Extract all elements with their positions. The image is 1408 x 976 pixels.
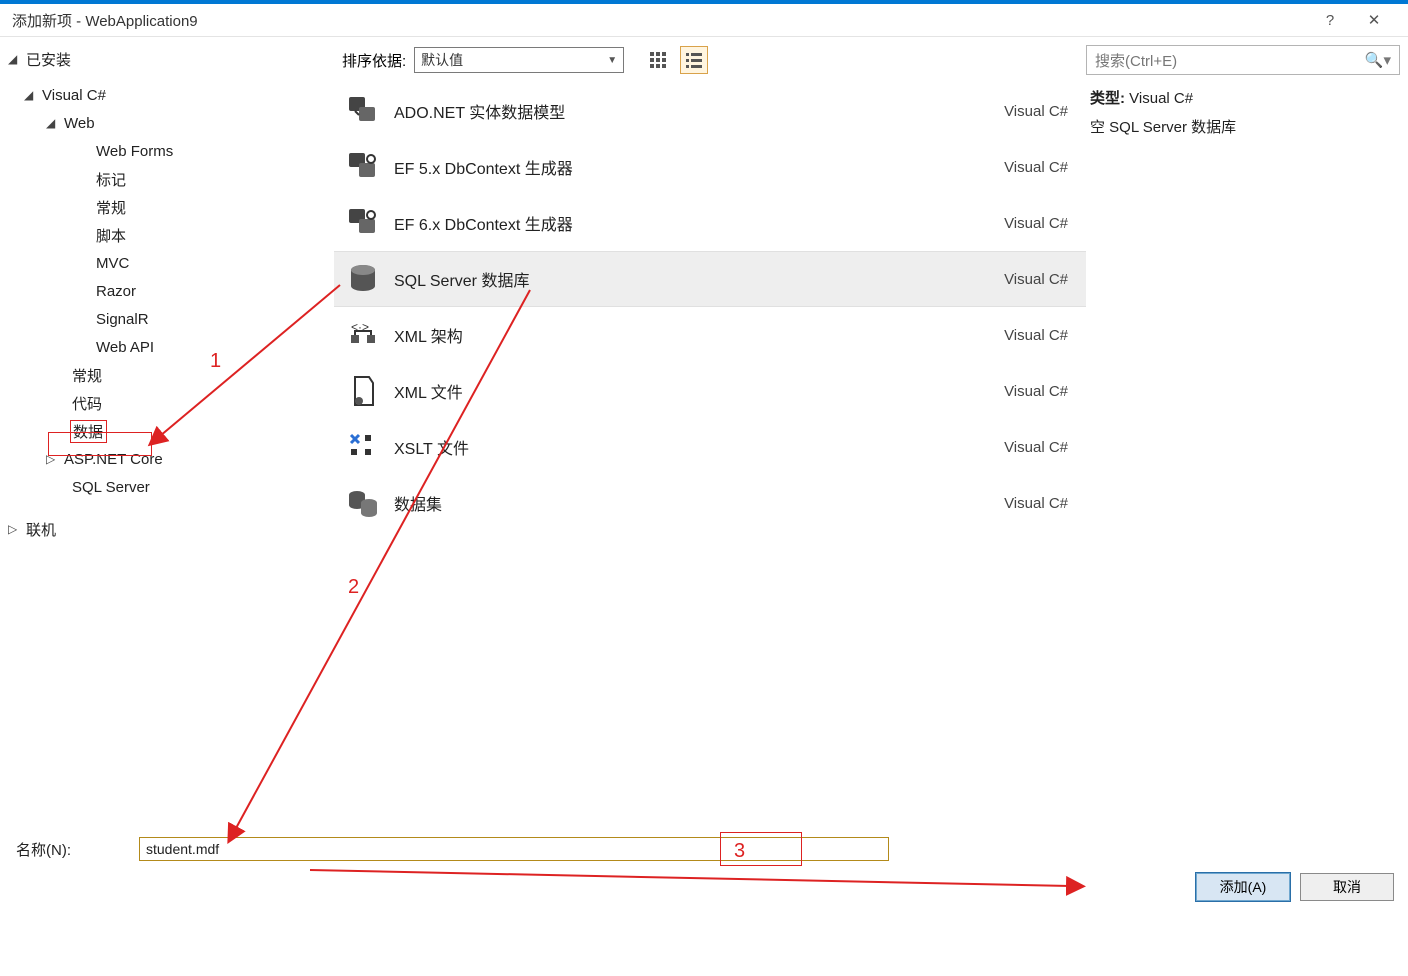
list-item[interactable]: EF 6.x DbContext 生成器 Visual C# — [334, 195, 1086, 251]
search-icon: 🔍▾ — [1365, 51, 1391, 69]
item-lang: Visual C# — [1004, 327, 1074, 344]
item-lang: Visual C# — [1004, 159, 1074, 176]
titlebar: 添加新项 - WebApplication9 ? ✕ — [0, 0, 1408, 36]
list-item[interactable]: EF 5.x DbContext 生成器 Visual C# — [334, 139, 1086, 195]
add-button[interactable]: 添加(A) — [1196, 873, 1290, 901]
list-view-icon[interactable] — [680, 46, 708, 74]
tree-biaoji[interactable]: 标记 — [0, 165, 334, 193]
anno-3: 3 — [734, 840, 745, 863]
toolbar: 排序依据: 默认值 ▼ — [334, 37, 1086, 83]
item-name: XML 文件 — [394, 379, 1004, 403]
dataset-icon — [342, 482, 384, 524]
anno-1: 1 — [210, 350, 221, 373]
sort-label: 排序依据: — [342, 50, 406, 71]
list-item[interactable]: 数据集 Visual C# — [334, 475, 1086, 531]
tree-daima[interactable]: 代码 — [0, 389, 334, 417]
search-input[interactable]: 搜索(Ctrl+E) 🔍▾ — [1086, 45, 1400, 75]
window-title: 添加新项 - WebApplication9 — [12, 10, 198, 31]
xml-schema-icon: <·> — [342, 314, 384, 356]
tree-web[interactable]: ◢Web — [0, 109, 334, 137]
search-placeholder: 搜索(Ctrl+E) — [1095, 50, 1177, 71]
cancel-button[interactable]: 取消 — [1300, 873, 1394, 901]
ef5-icon — [342, 146, 384, 188]
tree-jiaoben[interactable]: 脚本 — [0, 221, 334, 249]
tree-mvc[interactable]: MVC — [0, 249, 334, 277]
list-item[interactable]: <·> XML 架构 Visual C# — [334, 307, 1086, 363]
close-icon[interactable]: ✕ — [1352, 11, 1396, 29]
list-item-selected[interactable]: SQL Server 数据库 Visual C# — [334, 251, 1086, 307]
item-name: XML 架构 — [394, 323, 1004, 347]
sort-value: 默认值 — [421, 50, 463, 70]
tree-csharp[interactable]: ◢Visual C# — [0, 81, 334, 109]
tree-sqlserver[interactable]: SQL Server — [0, 473, 334, 501]
xml-file-icon — [342, 370, 384, 412]
database-icon — [342, 258, 384, 300]
item-name: EF 6.x DbContext 生成器 — [394, 211, 1004, 235]
description-text: 空 SQL Server 数据库 — [1090, 116, 1398, 137]
item-name: XSLT 文件 — [394, 435, 1004, 459]
item-lang: Visual C# — [1004, 495, 1074, 512]
item-name: 数据集 — [394, 491, 1004, 515]
item-lang: Visual C# — [1004, 215, 1074, 232]
list-item[interactable]: XSLT 文件 Visual C# — [334, 419, 1086, 475]
tree-signalr[interactable]: SignalR — [0, 305, 334, 333]
type-label: 类型: — [1090, 90, 1125, 107]
anno-2: 2 — [348, 576, 359, 599]
list-item[interactable]: XML 文件 Visual C# — [334, 363, 1086, 419]
ef6-icon — [342, 202, 384, 244]
tree-changgui2[interactable]: 常规 — [0, 361, 334, 389]
tree-webapi[interactable]: Web API — [0, 333, 334, 361]
item-lang: Visual C# — [1004, 271, 1074, 288]
tree-razor[interactable]: Razor — [0, 277, 334, 305]
tree-online[interactable]: ▷联机 — [0, 515, 334, 543]
item-name: ADO.NET 实体数据模型 — [394, 99, 1004, 123]
chevron-down-icon: ▼ — [607, 55, 617, 66]
item-lang: Visual C# — [1004, 103, 1074, 120]
name-label: 名称(N): — [12, 839, 71, 860]
type-value: Visual C# — [1129, 90, 1193, 107]
help-icon[interactable]: ? — [1308, 12, 1352, 29]
list-item[interactable]: ADO.NET 实体数据模型 Visual C# — [334, 83, 1086, 139]
sort-combo[interactable]: 默认值 ▼ — [414, 47, 624, 73]
tree-webforms[interactable]: Web Forms — [0, 137, 334, 165]
description-panel: 类型: Visual C# 空 SQL Server 数据库 — [1086, 81, 1408, 137]
tree-installed[interactable]: ◢已安装 — [0, 45, 334, 73]
entity-model-icon — [342, 90, 384, 132]
item-lang: Visual C# — [1004, 439, 1074, 456]
item-name: EF 5.x DbContext 生成器 — [394, 155, 1004, 179]
tree-changgui[interactable]: 常规 — [0, 193, 334, 221]
grid-view-icon[interactable] — [644, 46, 672, 74]
item-name: SQL Server 数据库 — [394, 267, 1004, 291]
xslt-icon — [342, 426, 384, 468]
template-list: ADO.NET 实体数据模型 Visual C# EF 5.x DbContex… — [334, 83, 1086, 827]
item-lang: Visual C# — [1004, 383, 1074, 400]
